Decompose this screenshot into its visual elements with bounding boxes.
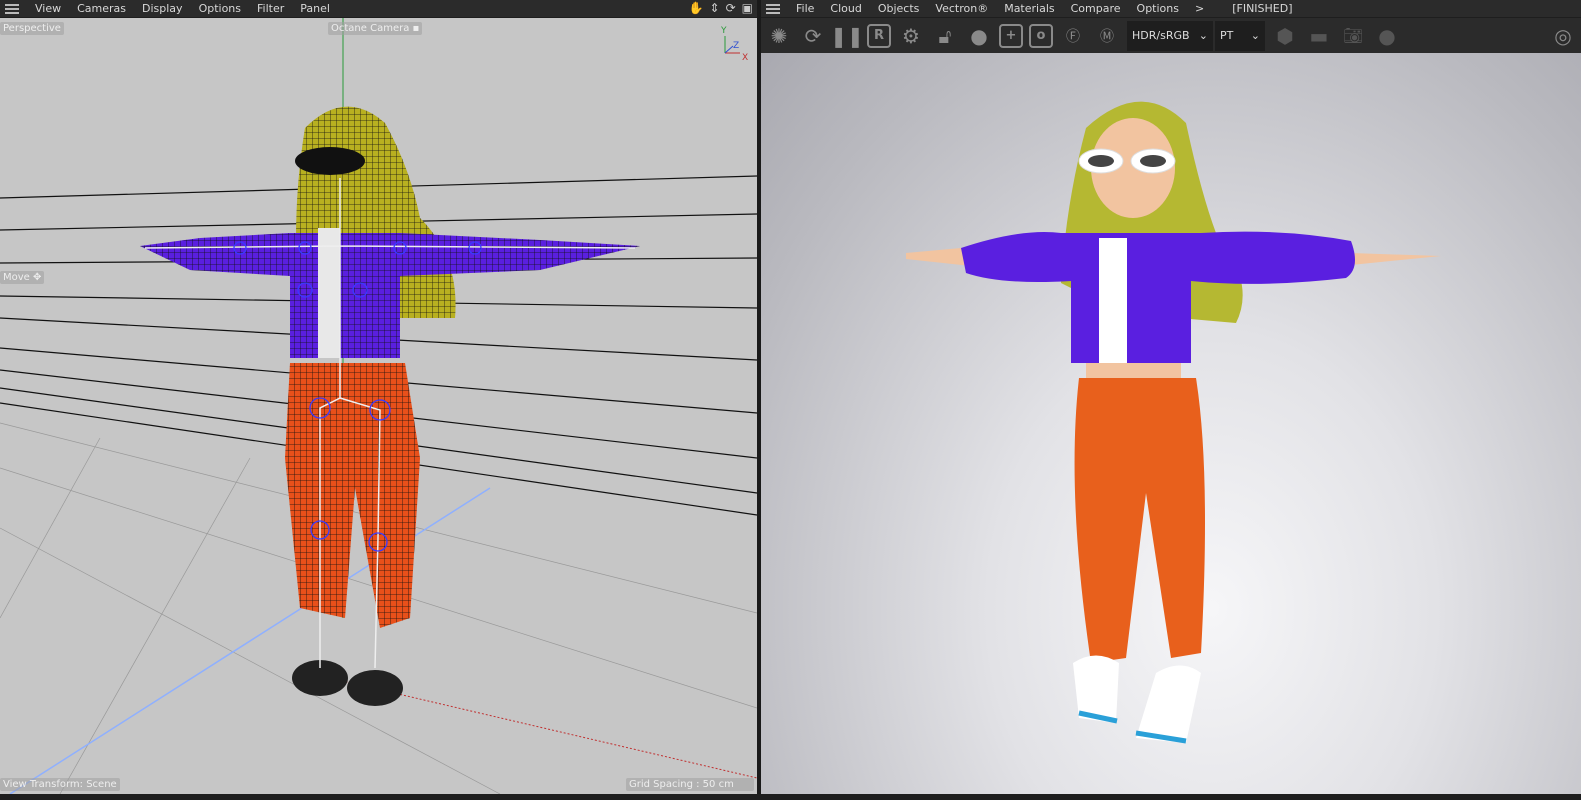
menu-options[interactable]: Options <box>1129 2 1187 15</box>
menu-options[interactable]: Options <box>191 2 249 15</box>
chevron-down-icon: ⌄ <box>1198 29 1208 42</box>
menu-cameras[interactable]: Cameras <box>69 2 134 15</box>
camera-name-label[interactable]: Octane Camera ▪ <box>328 22 423 35</box>
hand-icon[interactable]: ✋ <box>689 1 704 15</box>
render-view[interactable] <box>761 53 1581 794</box>
hamburger-menu-icon[interactable] <box>766 3 780 14</box>
menu-file[interactable]: File <box>788 2 822 15</box>
rotate-icon[interactable]: ⟳ <box>726 1 736 15</box>
color-space-select[interactable]: HDR/sRGB ⌄ <box>1127 20 1213 51</box>
menu-more[interactable]: > <box>1187 2 1212 15</box>
power-icon[interactable]: ◎ <box>1549 22 1577 50</box>
hexagon-icon[interactable]: ⬢ <box>1271 22 1299 50</box>
menu-filter[interactable]: Filter <box>249 2 292 15</box>
add-box-icon[interactable]: + <box>999 23 1023 48</box>
tool-label: Move ✥ <box>0 271 45 284</box>
menu-panel[interactable]: Panel <box>292 2 338 15</box>
character-wireframe <box>140 106 640 706</box>
tool-name: Move <box>3 272 30 283</box>
camera-name: Octane Camera <box>331 23 410 34</box>
live-viewer-menubar: File Cloud Objects Vectron® Materials Co… <box>761 0 1581 17</box>
material-m-icon[interactable]: Ⓜ <box>1093 22 1121 50</box>
octane-live-viewer: File Cloud Objects Vectron® Materials Co… <box>761 0 1581 800</box>
axis-x-label: X <box>742 53 748 63</box>
move-arrows-icon[interactable]: ⇕ <box>710 1 720 15</box>
menu-vectron[interactable]: Vectron® <box>927 2 996 15</box>
lock-icon[interactable]: 🔓︎ <box>931 22 959 50</box>
menu-objects[interactable]: Objects <box>870 2 928 15</box>
camera-icon[interactable]: 📷︎ <box>1339 22 1367 50</box>
view-name-label[interactable]: Perspective <box>0 22 64 35</box>
wireframe-scene: Y Z X <box>0 18 757 794</box>
render-status: [FINISHED] <box>1232 2 1293 15</box>
hamburger-menu-icon[interactable] <box>5 3 19 14</box>
axis-y-label: Y <box>720 26 727 36</box>
octane-logo-icon[interactable]: ✺ <box>765 22 793 50</box>
rectangle-icon[interactable]: ▬ <box>1305 22 1333 50</box>
move-tool-icon: ✥ <box>33 272 42 283</box>
camera-icon: ▪ <box>412 23 420 34</box>
color-space-value: HDR/sRGB <box>1132 29 1190 42</box>
chevron-down-icon: ⌄ <box>1250 29 1260 42</box>
menu-materials[interactable]: Materials <box>996 2 1062 15</box>
menu-view[interactable]: View <box>27 2 69 15</box>
viewport-menubar: View Cameras Display Options Filter Pane… <box>0 0 757 17</box>
rendered-character <box>906 101 1441 744</box>
bottom-strip <box>0 794 1581 800</box>
grid-spacing-label: Grid Spacing : 50 cm <box>626 778 754 791</box>
axis-gizmo: Y Z X <box>720 26 748 63</box>
kernel-select[interactable]: PT ⌄ <box>1215 20 1265 51</box>
focus-f-icon[interactable]: Ⓕ <box>1059 22 1087 50</box>
viewport-panel: View Cameras Display Options Filter Pane… <box>0 0 757 800</box>
region-r-icon[interactable]: R <box>867 23 891 48</box>
kernel-value: PT <box>1220 29 1234 42</box>
3d-viewport[interactable]: Y Z X Perspective Octane Camera ▪ Move ✥… <box>0 18 757 794</box>
circle-icon[interactable]: ● <box>1373 22 1401 50</box>
menu-cloud[interactable]: Cloud <box>822 2 869 15</box>
object-box-icon[interactable]: o <box>1029 23 1053 48</box>
live-viewer-toolbar: ✺ ⟳ ❚❚ R ⚙ 🔓︎ ● + o Ⓕ Ⓜ HDR/sRGB ⌄ PT ⌄ ⬢ … <box>761 18 1581 53</box>
material-sphere-icon[interactable]: ● <box>965 22 993 50</box>
maximize-icon[interactable]: ▣ <box>742 1 753 15</box>
pause-icon[interactable]: ❚❚ <box>830 22 864 50</box>
settings-gear-icon[interactable]: ⚙ <box>897 22 925 50</box>
menu-compare[interactable]: Compare <box>1063 2 1129 15</box>
menu-display[interactable]: Display <box>134 2 191 15</box>
restart-icon[interactable]: ⟳ <box>799 22 827 50</box>
view-transform-label: View Transform: Scene <box>0 778 120 791</box>
axis-z-label: Z <box>733 41 739 51</box>
